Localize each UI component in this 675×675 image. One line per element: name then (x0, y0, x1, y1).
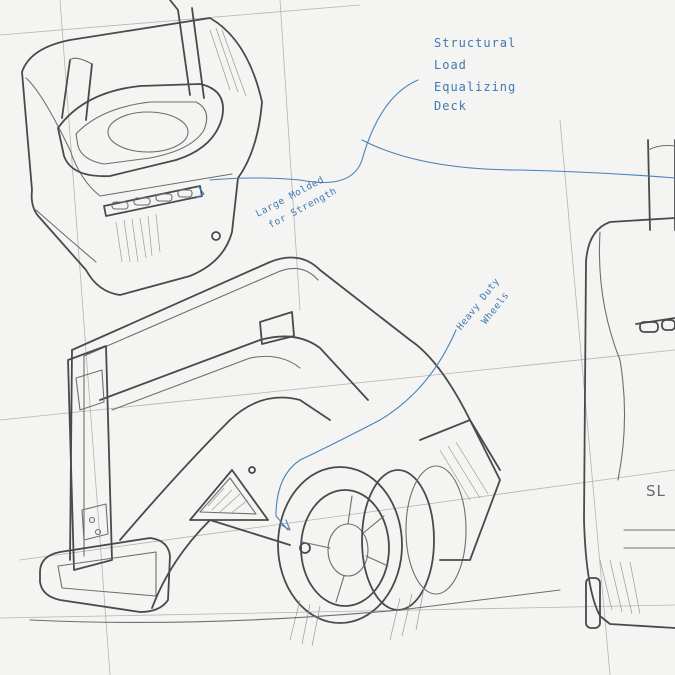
brand-mark-text: SL (646, 482, 666, 500)
annotation-deck-line-3: Equalizing (434, 80, 516, 94)
annotation-molded: Large Molded for Strength (254, 174, 339, 231)
annotation-deck: Structural Load Equalizing Deck (195, 36, 675, 199)
annotation-wheels: Heavy Duty Wheels (275, 276, 512, 531)
leader-line-deck (195, 79, 675, 199)
top-view-sketch (21, 0, 263, 296)
annotation-deck-line-1: Structural (434, 36, 516, 50)
leader-line-wheels (275, 329, 457, 531)
annotation-deck-line-4: Deck (434, 99, 467, 113)
sketch-canvas: SL Structural Load Equalizing Deck Large… (0, 0, 675, 675)
front-view-sketch: SL (583, 139, 675, 629)
wheel-detail-sketch (29, 256, 561, 647)
annotation-deck-line-2: Load (434, 58, 467, 72)
